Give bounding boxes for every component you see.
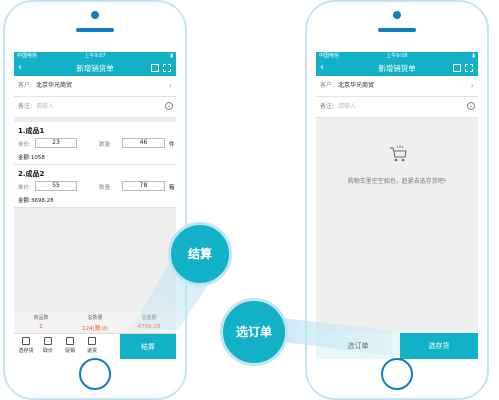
- settle-callout: 结算: [168, 222, 232, 286]
- select-order-callout: 选订单: [220, 298, 288, 366]
